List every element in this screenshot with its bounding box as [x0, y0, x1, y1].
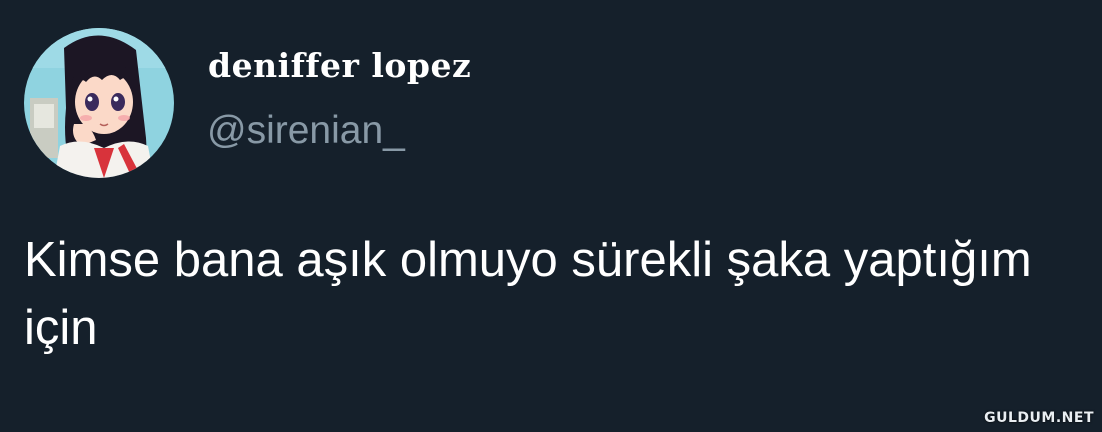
tweet-card: deniffer lopez @sirenian_ Kimse bana aşı…: [0, 0, 1102, 432]
profile-avatar[interactable]: [24, 28, 174, 178]
tweet-text: Kimse bana aşık olmuyo sürekli şaka yapt…: [24, 233, 1032, 355]
username-handle[interactable]: @sirenian_: [207, 109, 405, 153]
display-name[interactable]: deniffer lopez: [208, 46, 471, 85]
watermark-logo: GULDUM.NET: [984, 410, 1094, 426]
avatar-illustration: [24, 28, 174, 178]
